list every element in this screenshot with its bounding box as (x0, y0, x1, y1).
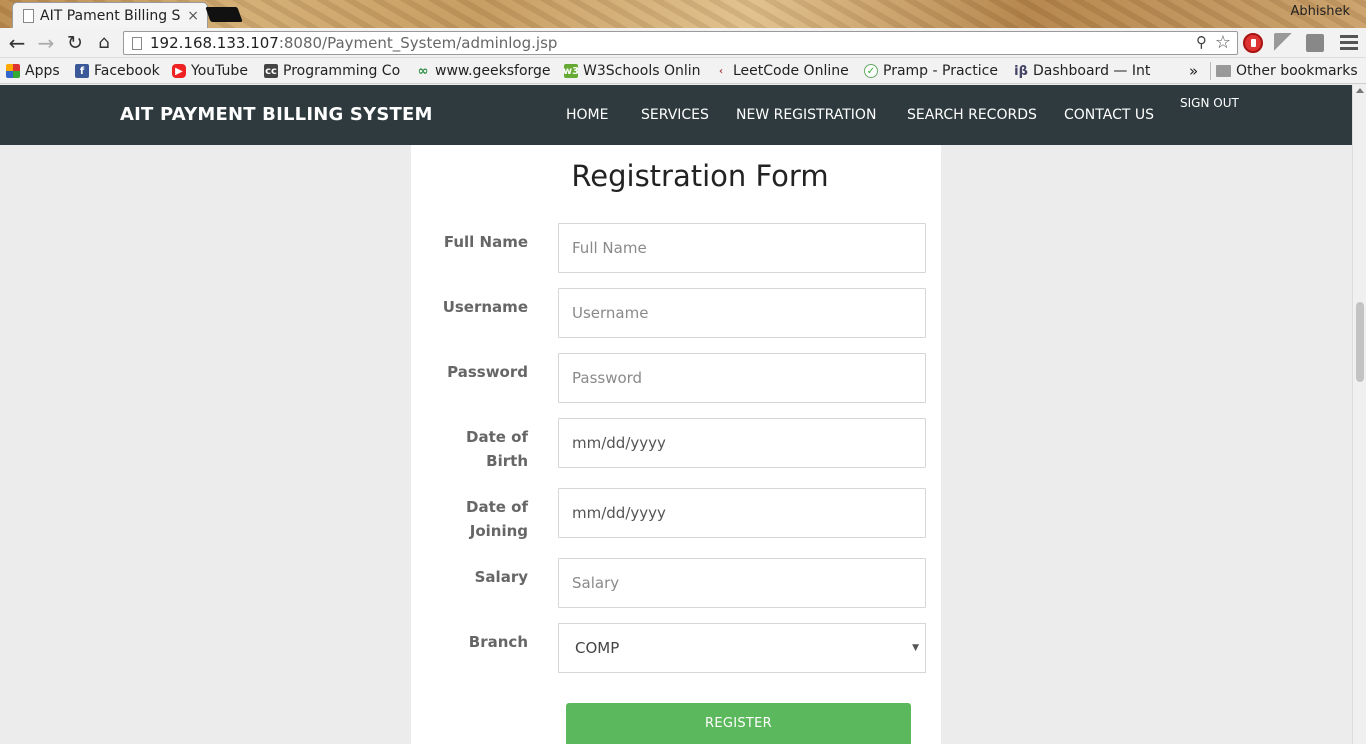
facebook-icon: f (75, 64, 89, 78)
page-document-icon (23, 8, 34, 23)
tab-title: AIT Pament Billing S (40, 7, 181, 24)
dropdown-arrow-icon: ▼ (912, 643, 919, 653)
bookmark-facebook[interactable]: f Facebook (75, 61, 160, 81)
leetcode-icon: ‹ (718, 65, 724, 77)
adblock-extension-icon[interactable] (1243, 33, 1263, 53)
address-bar[interactable]: 192.168.133.107:8080/Payment_System/admi… (123, 31, 1238, 55)
bookmark-w3schools[interactable]: w3 W3Schools Onlin (564, 61, 700, 81)
password-input[interactable] (558, 353, 926, 403)
full-name-input[interactable] (558, 223, 926, 273)
scroll-up-arrow-icon[interactable] (1356, 88, 1364, 93)
bookmark-label: W3Schools Onlin (583, 63, 700, 79)
codechef-icon: cc (264, 64, 278, 78)
bookmark-apps[interactable]: Apps (6, 61, 60, 81)
new-tab-button[interactable] (205, 7, 243, 22)
doj-label: Date of Joining (411, 495, 528, 543)
dob-date-value: mm/dd/yyyy (572, 434, 666, 452)
url-path: :8080/Payment_System/adminlog.jsp (278, 34, 558, 52)
doj-date-input[interactable]: mm/dd/yyyy (558, 488, 926, 538)
dob-date-input[interactable]: mm/dd/yyyy (558, 418, 926, 468)
username-label: Username (442, 298, 528, 316)
nav-services[interactable]: SERVICES (641, 107, 709, 123)
bookmark-geeksforgeeks[interactable]: ∞ www.geeksforge (416, 61, 553, 81)
folder-icon (1216, 65, 1231, 77)
bookmark-label: Facebook (94, 63, 160, 79)
page-info-icon[interactable] (132, 36, 142, 50)
nav-new-registration[interactable]: NEW REGISTRATION (736, 107, 876, 123)
browser-tab-active[interactable]: AIT Pament Billing S × (12, 2, 208, 28)
branch-select[interactable]: COMP ▼ (558, 623, 926, 673)
scrollbar-thumb[interactable] (1356, 302, 1364, 382)
nav-search-records[interactable]: SEARCH RECORDS (907, 107, 1037, 123)
bookmark-label: Apps (25, 63, 60, 79)
register-button[interactable]: REGISTER (566, 703, 911, 744)
site-brand[interactable]: AIT PAYMENT BILLING SYSTEM (120, 104, 433, 125)
bookmarks-bar: Apps f Facebook ▶ YouTube cc Programming Co… (0, 58, 1366, 84)
doj-label-line2: Joining (469, 522, 528, 540)
bookmark-dashboard[interactable]: iβ Dashboard — Int (1014, 61, 1152, 81)
nav-home[interactable]: HOME (566, 107, 608, 123)
bookmark-programming[interactable]: cc Programming Co (264, 61, 404, 81)
branch-label: Branch (468, 633, 528, 651)
page-scrollbar[interactable] (1352, 85, 1366, 744)
doj-date-value: mm/dd/yyyy (572, 504, 666, 522)
browser-menu-icon[interactable] (1340, 32, 1358, 52)
pramp-icon: ✓ (864, 64, 878, 78)
home-icon[interactable]: ⌂ (92, 31, 116, 55)
back-arrow-icon[interactable]: ← (5, 31, 29, 55)
doj-label-line1: Date of (466, 498, 528, 516)
bookmark-label: Programming Co (283, 63, 401, 79)
bookmark-youtube[interactable]: ▶ YouTube (172, 61, 248, 81)
branch-selected-value: COMP (575, 639, 620, 657)
interviewbit-icon: iβ (1014, 63, 1028, 79)
bookmark-star-icon[interactable]: ☆ (1215, 32, 1231, 53)
youtube-icon: ▶ (172, 64, 186, 78)
more-bookmarks-button[interactable]: » (1189, 61, 1198, 81)
bookmark-leetcode[interactable]: ‹ LeetCode Online (714, 61, 850, 81)
profile-name[interactable]: Abhishek (1290, 4, 1350, 19)
bookmark-label: Other bookmarks (1236, 63, 1358, 79)
bookmark-label: YouTube (191, 63, 248, 79)
bookmark-label: www.geeksforge (435, 63, 551, 79)
registration-form-card: Registration Form Full Name Username Pas… (411, 145, 941, 744)
nav-contact-us[interactable]: CONTACT US (1064, 107, 1154, 123)
geeksforgeeks-icon: ∞ (417, 63, 429, 79)
browser-toolbar: ← → ↻ ⌂ 192.168.133.107:8080/Payment_Sys… (0, 28, 1366, 58)
key-icon[interactable]: ⚲ (1196, 33, 1207, 51)
dob-label-line1: Date of (466, 428, 528, 446)
extension-icon-2[interactable] (1306, 34, 1324, 52)
browser-tab-strip: AIT Pament Billing S × Abhishek (0, 0, 1366, 28)
reload-icon[interactable]: ↻ (63, 31, 87, 55)
dob-label-line2: Birth (486, 452, 528, 470)
bookmark-pramp[interactable]: ✓ Pramp - Practice (864, 61, 1000, 81)
w3schools-icon: w3 (564, 64, 580, 78)
tab-close-icon[interactable]: × (187, 8, 199, 24)
bookmark-label: Dashboard — Int (1033, 63, 1151, 79)
form-title: Registration Form (571, 159, 829, 193)
forward-arrow-icon[interactable]: → (34, 31, 58, 55)
extension-icon[interactable] (1274, 33, 1294, 53)
bookmarks-divider (1210, 62, 1211, 80)
salary-input[interactable] (558, 558, 926, 608)
bookmark-label: Pramp - Practice (883, 63, 998, 79)
site-navbar: AIT PAYMENT BILLING SYSTEM HOME SERVICES… (0, 85, 1352, 145)
dob-label: Date of Birth (411, 425, 528, 473)
salary-label: Salary (474, 568, 528, 586)
bookmark-label: LeetCode Online (733, 63, 849, 79)
username-input[interactable] (558, 288, 926, 338)
password-label: Password (447, 363, 528, 381)
other-bookmarks-folder[interactable]: Other bookmarks (1216, 61, 1358, 81)
url-host: 192.168.133.107 (150, 34, 279, 52)
apps-grid-icon (6, 64, 20, 78)
nav-sign-out[interactable]: SIGN OUT (1180, 96, 1239, 110)
full-name-label: Full Name (443, 233, 528, 251)
